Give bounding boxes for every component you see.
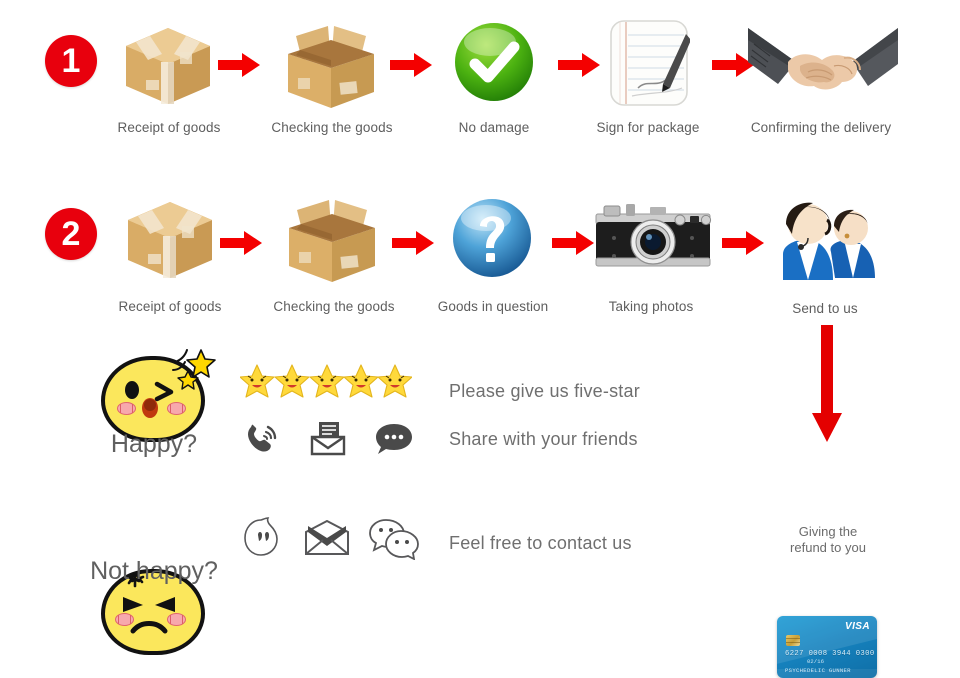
five-star-rating	[239, 363, 413, 404]
card-number: 6227 0008 3944 0300	[785, 650, 875, 658]
row1-arrow-1	[218, 53, 260, 77]
mail-icon	[310, 422, 346, 456]
happy-cheek-right	[167, 402, 186, 415]
open-box-icon	[289, 200, 375, 282]
row2-step-3-icon-question	[450, 196, 534, 285]
row2-step-1-label: Receipt of goods	[118, 299, 222, 314]
row2-arrow-1	[220, 231, 262, 255]
refund-caption-line-2: refund to you	[790, 540, 866, 555]
signed-note-icon	[610, 20, 691, 106]
green-check-icon	[455, 23, 533, 101]
infographic-canvas: 1 Receipt of goods Checking the goods No…	[0, 0, 960, 678]
row1-step-3-label: No damage	[458, 120, 530, 135]
row2-step-2-label: Checking the goods	[273, 299, 395, 314]
handshake-icon	[748, 28, 898, 90]
down-arrow-icon	[812, 325, 842, 442]
feedback-row-1-text: Please give us five-star	[449, 381, 640, 401]
not-happy-label: Not happy?	[90, 557, 218, 585]
row1-arrow-3	[558, 53, 600, 77]
card-chip-icon	[786, 635, 800, 646]
row1-step-1-label: Receipt of goods	[117, 120, 221, 135]
row1-step-1-icon-sealed-box	[120, 22, 216, 115]
step-badge-2: 2	[45, 208, 97, 260]
row1-step-2-label: Checking the goods	[271, 120, 393, 135]
row2-arrow-4	[722, 231, 764, 255]
step-badge-1: 1	[45, 35, 97, 87]
row2-arrow-3	[552, 231, 594, 255]
happy-sparkle-stars-icon	[172, 349, 216, 390]
row2-step-3-label: Goods in question	[437, 299, 549, 314]
camera-icon	[595, 204, 712, 267]
angry-cheek-right	[167, 613, 186, 626]
feedback-row-2-text: Share with your friends	[449, 429, 638, 449]
card-expiry: 02/16	[807, 659, 825, 665]
refund-caption: Giving the refund to you	[757, 524, 899, 556]
card-brand-label: VISA	[845, 621, 870, 632]
row2-step-1-icon-sealed-box	[122, 196, 218, 289]
envelope-open-icon	[305, 520, 349, 555]
refund-caption-line-1: Giving the	[798, 524, 858, 539]
chat-bubble-icon	[376, 424, 412, 454]
feedback-row-3-text: Feel free to contact us	[449, 533, 632, 553]
row2-step-5-icon-agents	[775, 192, 879, 289]
row1-step-5-label: Confirming the delivery	[750, 120, 892, 135]
row1-step-2-icon-open-box	[282, 20, 380, 117]
happy-label: Happy?	[110, 430, 198, 458]
row1-step-3-icon-check	[452, 20, 536, 109]
sealed-box-icon	[126, 28, 210, 104]
visa-card: VISA 6227 0008 3944 0300 02/16 PSYCHEDEL…	[777, 616, 877, 678]
row2-step-4-icon-camera	[592, 196, 714, 285]
row2-step-5-label: Send to us	[792, 301, 858, 316]
qq-penguin-icon	[244, 517, 278, 556]
support-agents-icon	[783, 202, 875, 280]
row1-step-4-icon-note	[608, 18, 691, 113]
sealed-box-icon	[128, 202, 212, 278]
row1-step-4-label: Sign for package	[596, 120, 700, 135]
row1-step-5-icon-handshake	[748, 22, 898, 111]
blue-question-icon	[453, 199, 531, 277]
phone-icon	[248, 424, 277, 452]
angry-cheek-left	[115, 613, 134, 626]
happy-face-icon	[95, 349, 216, 442]
star-row	[239, 364, 413, 398]
happy-cheek-left	[117, 402, 136, 415]
card-holder-name: PSYCHEDELIC GUNNER	[785, 667, 851, 674]
row1-arrow-2	[390, 53, 432, 77]
row2-arrow-2	[392, 231, 434, 255]
wechat-icon	[369, 519, 419, 560]
open-box-icon	[288, 26, 374, 108]
row2-step-4-label: Taking photos	[608, 299, 694, 314]
row2-step-2-icon-open-box	[283, 194, 381, 291]
